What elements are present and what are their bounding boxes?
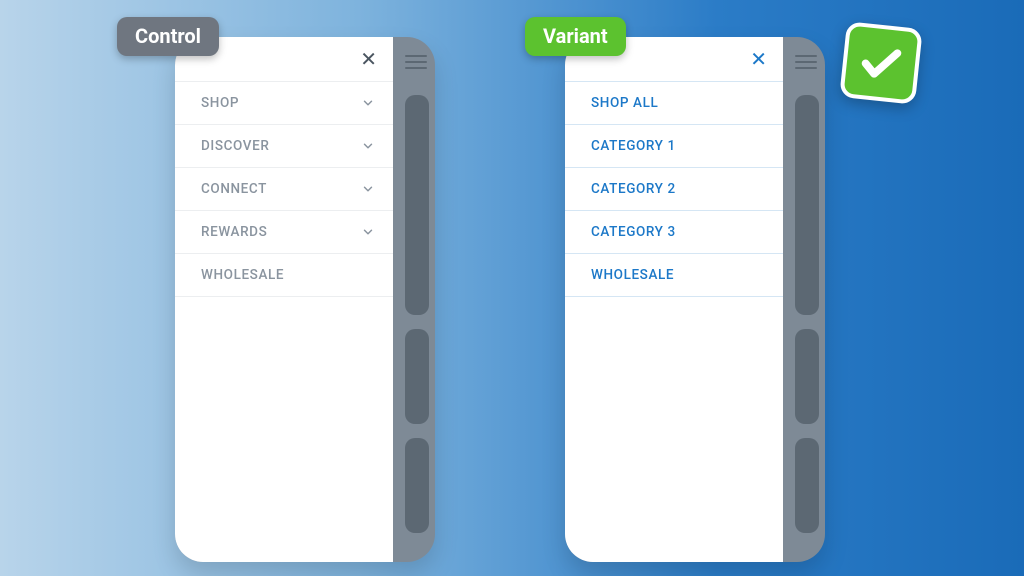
menu-item-connect[interactable]: CONNECT <box>175 168 393 211</box>
phone-side-panels <box>795 95 819 540</box>
menu-item-label: CONNECT <box>201 181 267 197</box>
close-icon[interactable]: ✕ <box>360 49 377 69</box>
variant-drawer: ✕ SHOP ALL CATEGORY 1 CATEGORY 2 CATEGOR… <box>565 37 783 562</box>
variant-badge: Variant <box>525 17 626 56</box>
menu-item-label: CATEGORY 3 <box>591 224 676 240</box>
control-phone-frame: ✕ SHOP DISCOVER CONNECT <box>175 37 435 562</box>
menu-item-shop[interactable]: SHOP <box>175 81 393 125</box>
chevron-down-icon <box>361 96 375 110</box>
menu-item-discover[interactable]: DISCOVER <box>175 125 393 168</box>
chevron-down-icon <box>361 139 375 153</box>
menu-item-category-3[interactable]: CATEGORY 3 <box>565 211 783 254</box>
menu-item-label: WHOLESALE <box>201 267 284 283</box>
menu-item-label: SHOP <box>201 95 239 111</box>
menu-item-wholesale[interactable]: WHOLESALE <box>175 254 393 297</box>
menu-item-rewards[interactable]: REWARDS <box>175 211 393 254</box>
menu-item-label: REWARDS <box>201 224 267 240</box>
chevron-down-icon <box>361 225 375 239</box>
close-icon[interactable]: ✕ <box>750 49 767 69</box>
variant-phone-frame: ✕ SHOP ALL CATEGORY 1 CATEGORY 2 CATEGOR… <box>565 37 825 562</box>
phone-side-panels <box>405 95 429 540</box>
menu-item-label: CATEGORY 2 <box>591 181 676 197</box>
menu-item-label: DISCOVER <box>201 138 269 154</box>
control-menu-list: SHOP DISCOVER CONNECT <box>175 81 393 297</box>
winner-checkmark-icon <box>839 21 923 105</box>
badge-label: Control <box>135 24 201 48</box>
control-badge: Control <box>117 17 219 56</box>
menu-item-shop-all[interactable]: SHOP ALL <box>565 81 783 125</box>
hamburger-icon <box>795 51 817 73</box>
menu-item-label: WHOLESALE <box>591 267 674 283</box>
menu-item-wholesale[interactable]: WHOLESALE <box>565 254 783 297</box>
menu-item-category-2[interactable]: CATEGORY 2 <box>565 168 783 211</box>
hamburger-icon <box>405 51 427 73</box>
menu-item-label: CATEGORY 1 <box>591 138 676 154</box>
menu-item-category-1[interactable]: CATEGORY 1 <box>565 125 783 168</box>
badge-label: Variant <box>543 24 608 48</box>
control-drawer: ✕ SHOP DISCOVER CONNECT <box>175 37 393 562</box>
chevron-down-icon <box>361 182 375 196</box>
variant-menu-list: SHOP ALL CATEGORY 1 CATEGORY 2 CATEGORY … <box>565 81 783 297</box>
menu-item-label: SHOP ALL <box>591 95 658 111</box>
